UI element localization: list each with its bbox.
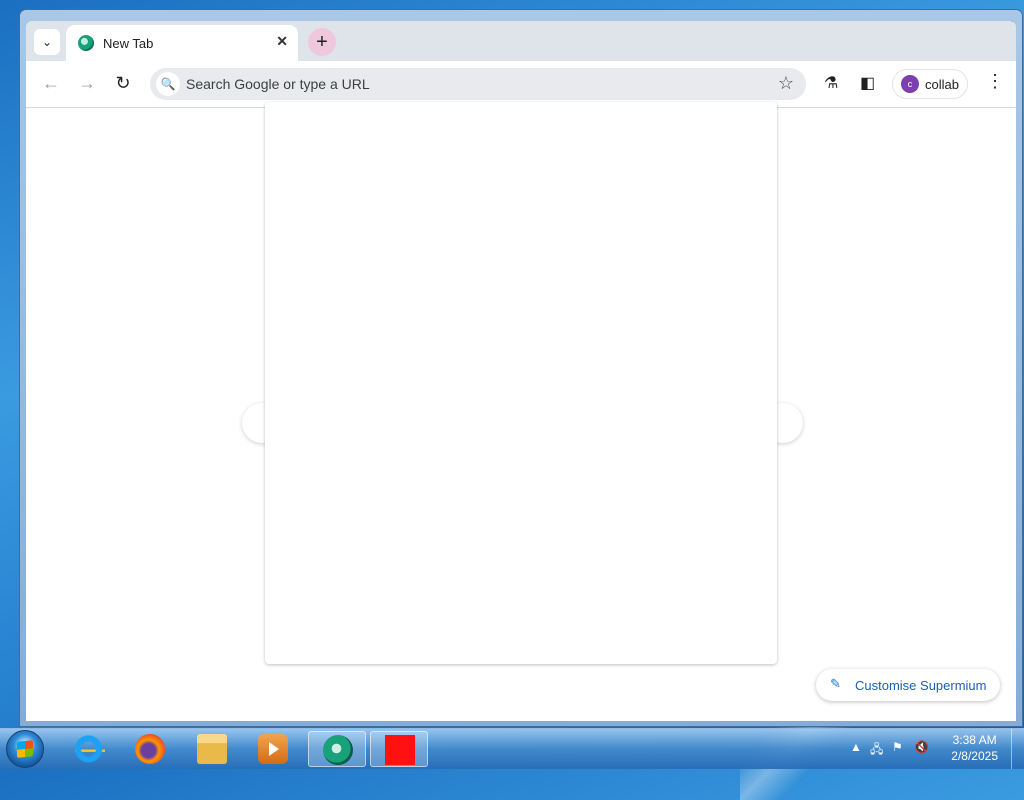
- clock[interactable]: 3:38 AM 2/8/2025: [951, 732, 998, 764]
- customise-button[interactable]: ✎ Customise Supermium: [816, 669, 1000, 701]
- show-desktop-button[interactable]: [1011, 729, 1024, 769]
- network-icon[interactable]: 🖧: [870, 740, 883, 761]
- windows-logo-icon: [17, 740, 33, 758]
- action-center-flag-icon[interactable]: ⚑: [892, 740, 903, 754]
- new-tab-page: ✎ Customise Supermium: [26, 102, 1016, 721]
- browser-frame: ⌄ New Tab ✕ + ← → ↻ 🔍 Search Google or t…: [26, 21, 1016, 721]
- reload-button[interactable]: ↻: [112, 73, 134, 94]
- clock-date: 2/8/2025: [951, 749, 998, 763]
- tab-search-button[interactable]: ⌄: [34, 29, 60, 55]
- profile-button[interactable]: c collab: [892, 69, 968, 99]
- internet-explorer-icon: [75, 734, 105, 764]
- browser-favicon-icon: [78, 35, 94, 51]
- forward-button[interactable]: →: [76, 73, 98, 94]
- labs-flask-icon[interactable]: ⚗: [824, 73, 838, 93]
- system-tray: ▲ 🖧 ⚑ 🔇 3:38 AM 2/8/2025: [844, 729, 1024, 769]
- bookmark-star-icon[interactable]: ☆: [778, 73, 794, 94]
- pencil-icon: ✎: [830, 676, 841, 691]
- blank-overlay-panel: [265, 102, 777, 664]
- red-app-icon: [385, 735, 415, 765]
- profile-name: collab: [925, 77, 959, 92]
- folder-icon: [197, 734, 227, 764]
- show-hidden-icons-icon[interactable]: ▲: [850, 740, 862, 754]
- side-panel-icon[interactable]: ◧: [860, 73, 875, 93]
- browser-menu-icon[interactable]: ⋮: [986, 71, 1004, 92]
- address-bar-placeholder: Search Google or type a URL: [186, 76, 370, 92]
- customise-label: Customise Supermium: [855, 678, 987, 693]
- clock-time: 3:38 AM: [952, 733, 997, 747]
- supermium-icon: [323, 735, 353, 765]
- taskbar-firefox[interactable]: [121, 731, 179, 767]
- avatar: c: [901, 75, 919, 93]
- address-bar[interactable]: 🔍 Search Google or type a URL ☆: [150, 68, 806, 100]
- toolbar: ← → ↻ 🔍 Search Google or type a URL ☆ ⚗ …: [26, 61, 1016, 108]
- taskbar-file-explorer[interactable]: [183, 731, 241, 767]
- back-button[interactable]: ←: [40, 73, 62, 94]
- new-tab-button[interactable]: +: [308, 28, 336, 56]
- firefox-icon: [135, 734, 165, 764]
- tab-title: New Tab: [103, 36, 154, 51]
- taskbar-internet-explorer[interactable]: [61, 731, 119, 767]
- chevron-down-icon: ⌄: [41, 35, 53, 49]
- taskbar-media-player[interactable]: [244, 731, 302, 767]
- taskbar: ▲ 🖧 ⚑ 🔇 3:38 AM 2/8/2025: [0, 728, 1024, 769]
- media-player-icon: [258, 734, 288, 764]
- taskbar-supermium[interactable]: [308, 731, 366, 767]
- browser-window: ▁ □ ✕ ⌄ New Tab ✕ + ← → ↻ 🔍 Search Googl…: [19, 9, 1023, 727]
- search-icon: 🔍: [156, 72, 180, 96]
- tab-close-icon[interactable]: ✕: [276, 33, 288, 50]
- start-button[interactable]: [6, 730, 44, 768]
- tab-strip: ⌄ New Tab ✕ +: [26, 21, 1016, 61]
- tab-new-tab[interactable]: New Tab ✕: [66, 25, 298, 61]
- plus-icon: +: [316, 30, 328, 53]
- taskbar-red-app[interactable]: [370, 731, 428, 767]
- volume-muted-icon[interactable]: 🔇: [914, 740, 929, 754]
